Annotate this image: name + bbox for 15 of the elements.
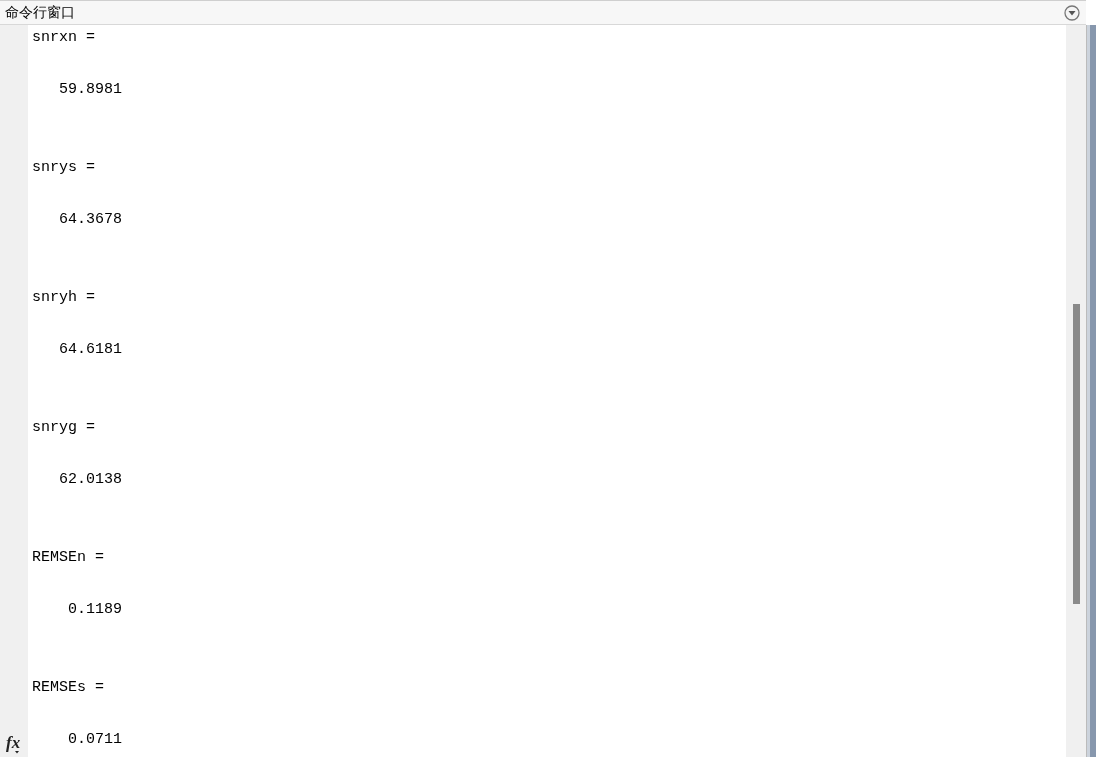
variable-value: 0.0711 — [67, 730, 122, 750]
variable-value: 64.6181 — [58, 340, 122, 360]
variable-value: 62.0138 — [58, 470, 122, 490]
variable-name: snryh = — [32, 289, 95, 306]
scrollbar-thumb[interactable] — [1072, 304, 1080, 604]
dropdown-icon[interactable] — [1064, 4, 1080, 21]
variable-name: REMSEn = — [32, 549, 104, 566]
variable-name: snrys = — [32, 159, 95, 176]
variable-value: 64.3678 — [58, 210, 122, 230]
variable-name: REMSEs = — [32, 679, 104, 696]
variable-name: snrxn = — [32, 29, 95, 46]
variable-value: 59.8981 — [58, 80, 122, 100]
variable-value: 0.1189 — [67, 600, 122, 620]
window-title: 命令行窗口 — [5, 3, 75, 22]
variable-name: snryg = — [32, 419, 95, 436]
